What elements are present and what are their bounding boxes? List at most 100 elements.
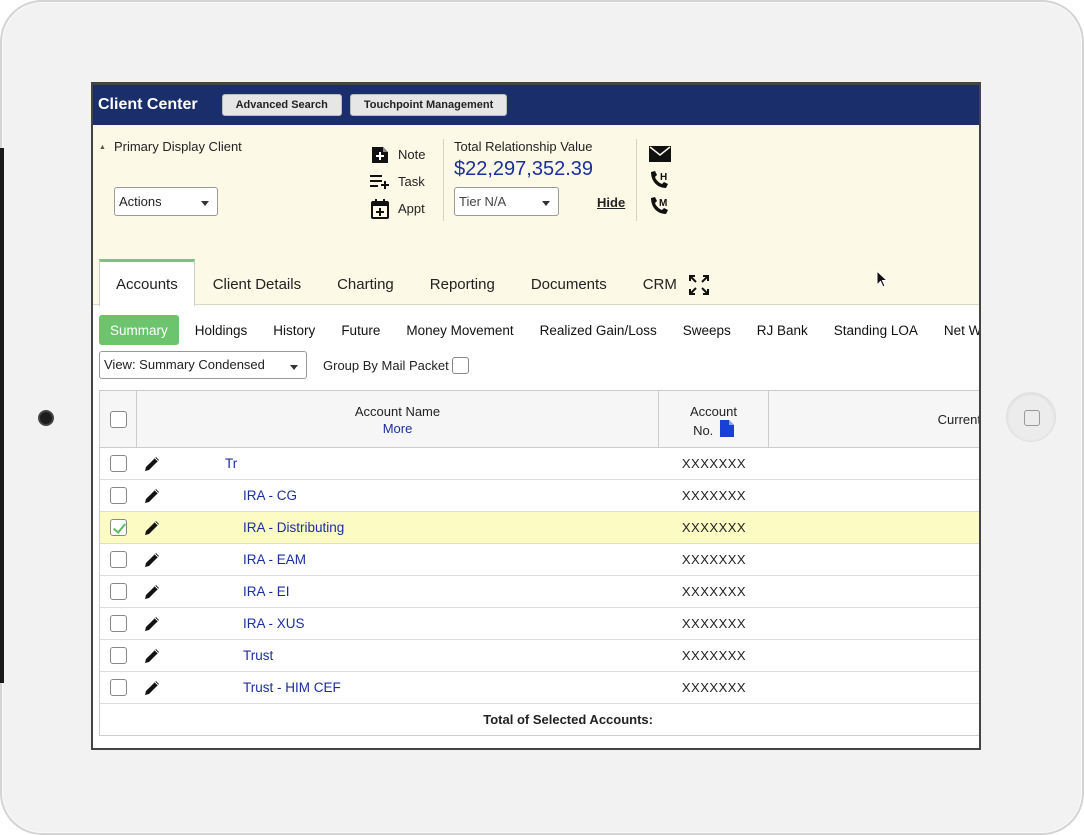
account-number: XXXXXXX (681, 648, 747, 663)
primary-display-client-label: Primary Display Client (113, 139, 242, 154)
row-checkbox-cell (100, 647, 137, 664)
table-row[interactable]: IRA - XUS XXXXXXX (100, 608, 979, 640)
table-body: Tr XXXXXXX IRA - CG XXXXXXX IRA - Distributi… (100, 448, 979, 704)
tab-crm[interactable]: CRM (625, 262, 695, 306)
group-by-checkbox[interactable] (451, 357, 469, 374)
tab-reporting[interactable]: Reporting (412, 262, 513, 306)
table-header: Account Name More Account No. Current (100, 390, 981, 448)
subnav-holdings[interactable]: Holdings (182, 315, 261, 345)
total-selected-label: Total of Selected Accounts: (483, 712, 653, 727)
sub-navigation: Summary Holdings History Future Money Mo… (99, 315, 979, 345)
hide-link[interactable]: Hide (597, 195, 625, 210)
col-current: Current (937, 412, 981, 427)
subnav-summary[interactable]: Summary (99, 315, 179, 345)
account-name-link[interactable]: IRA - Distributing (167, 520, 659, 535)
table-row[interactable]: Trust - HIM CEF XXXXXXX (100, 672, 979, 704)
account-number: XXXXXXX (681, 680, 747, 695)
subnav-rj-bank[interactable]: RJ Bank (744, 315, 821, 345)
edit-pencil-icon[interactable] (137, 647, 167, 665)
tab-documents[interactable]: Documents (513, 262, 625, 306)
advanced-search-button[interactable]: Advanced Search (221, 94, 342, 116)
table-row[interactable]: IRA - EI XXXXXXX (100, 576, 979, 608)
primary-display-client[interactable]: ▲ Primary Display Client (99, 139, 242, 154)
tab-accounts[interactable]: Accounts (99, 259, 195, 306)
table-row[interactable]: Tr XXXXXXX (100, 448, 979, 480)
select-all-cell (100, 391, 137, 447)
chevron-down-icon (290, 365, 298, 370)
row-checkbox[interactable] (110, 647, 127, 664)
subnav-standing-loa[interactable]: Standing LOA (821, 315, 931, 345)
actions-select[interactable]: Actions (114, 187, 218, 216)
account-name-link[interactable]: IRA - CG (167, 488, 659, 503)
table-row[interactable]: IRA - EAM XXXXXXX (100, 544, 979, 576)
subnav-sweeps[interactable]: Sweeps (670, 315, 744, 345)
subnav-realized-gain-loss[interactable]: Realized Gain/Loss (527, 315, 670, 345)
account-no-header-line2: No. (659, 420, 768, 439)
subnav-net-worth[interactable]: Net Wo (931, 315, 979, 345)
contact-icons: H M (649, 141, 671, 219)
row-checkbox[interactable] (110, 487, 127, 504)
more-link[interactable]: More (137, 421, 658, 436)
total-relationship-value: Total Relationship Value $22,297,352.39 (454, 139, 593, 181)
copy-document-icon[interactable] (719, 420, 734, 437)
expand-icon[interactable] (689, 275, 709, 300)
row-checkbox[interactable] (110, 551, 127, 568)
account-name-link[interactable]: Trust (167, 648, 659, 663)
col-account-no: Account No. (659, 391, 769, 447)
subnav-future[interactable]: Future (328, 315, 393, 345)
divider (443, 139, 444, 221)
edit-pencil-icon[interactable] (137, 679, 167, 697)
select-all-checkbox[interactable] (109, 410, 127, 428)
appt-button[interactable]: Appt (369, 195, 425, 222)
account-number: XXXXXXX (681, 520, 747, 535)
edit-pencil-icon[interactable] (137, 519, 167, 537)
subnav-history[interactable]: History (260, 315, 328, 345)
phone-mobile-icon[interactable]: M (649, 193, 671, 219)
account-name-link[interactable]: IRA - XUS (167, 616, 659, 631)
table-row[interactable]: IRA - CG XXXXXXX (100, 480, 979, 512)
row-checkbox-cell (100, 519, 137, 536)
phone-home-icon[interactable]: H (649, 167, 671, 193)
account-name-link[interactable]: Trust - HIM CEF (167, 680, 659, 695)
table-row[interactable]: Trust XXXXXXX (100, 640, 979, 672)
trv-label: Total Relationship Value (454, 139, 593, 154)
envelope-icon[interactable] (649, 141, 671, 167)
row-checkbox[interactable] (110, 615, 127, 632)
accounts-table: Account Name More Account No. Current Tr… (99, 390, 981, 736)
calendar-add-icon (369, 198, 391, 219)
actions-select-value: Actions (119, 194, 162, 209)
account-number: XXXXXXX (681, 488, 747, 503)
edit-pencil-icon[interactable] (137, 551, 167, 569)
table-row[interactable]: IRA - Distributing XXXXXXX (100, 512, 979, 544)
row-checkbox[interactable] (110, 679, 127, 696)
account-name-link[interactable]: IRA - EAM (167, 552, 659, 567)
app-title: Client Center (98, 96, 198, 113)
tab-charting[interactable]: Charting (319, 262, 412, 306)
quick-actions: Note Task Appt (369, 141, 425, 222)
collapse-triangle-icon[interactable]: ▲ (99, 144, 106, 151)
edit-pencil-icon[interactable] (137, 487, 167, 505)
account-name-link[interactable]: Tr (167, 456, 659, 471)
camera-icon (38, 410, 54, 426)
svg-text:H: H (660, 172, 667, 183)
edit-pencil-icon[interactable] (137, 455, 167, 473)
tier-select[interactable]: Tier N/A (454, 187, 559, 216)
subnav-money-movement[interactable]: Money Movement (393, 315, 526, 345)
row-checkbox-cell (100, 583, 137, 600)
note-icon (369, 145, 391, 165)
row-checkbox[interactable] (110, 519, 127, 536)
home-button[interactable] (1006, 392, 1056, 442)
account-name-link[interactable]: IRA - EI (167, 584, 659, 599)
edit-pencil-icon[interactable] (137, 615, 167, 633)
edit-pencil-icon[interactable] (137, 583, 167, 601)
task-button[interactable]: Task (369, 168, 425, 195)
group-by-mail-packet: Group By Mail Packet (323, 357, 469, 374)
touchpoint-management-button[interactable]: Touchpoint Management (349, 94, 508, 116)
view-select[interactable]: View: Summary Condensed (99, 351, 307, 379)
tab-client-details[interactable]: Client Details (195, 262, 319, 306)
note-button[interactable]: Note (369, 141, 425, 168)
divider (636, 139, 637, 221)
appt-label: Appt (398, 201, 425, 216)
row-checkbox[interactable] (110, 455, 127, 472)
row-checkbox[interactable] (110, 583, 127, 600)
